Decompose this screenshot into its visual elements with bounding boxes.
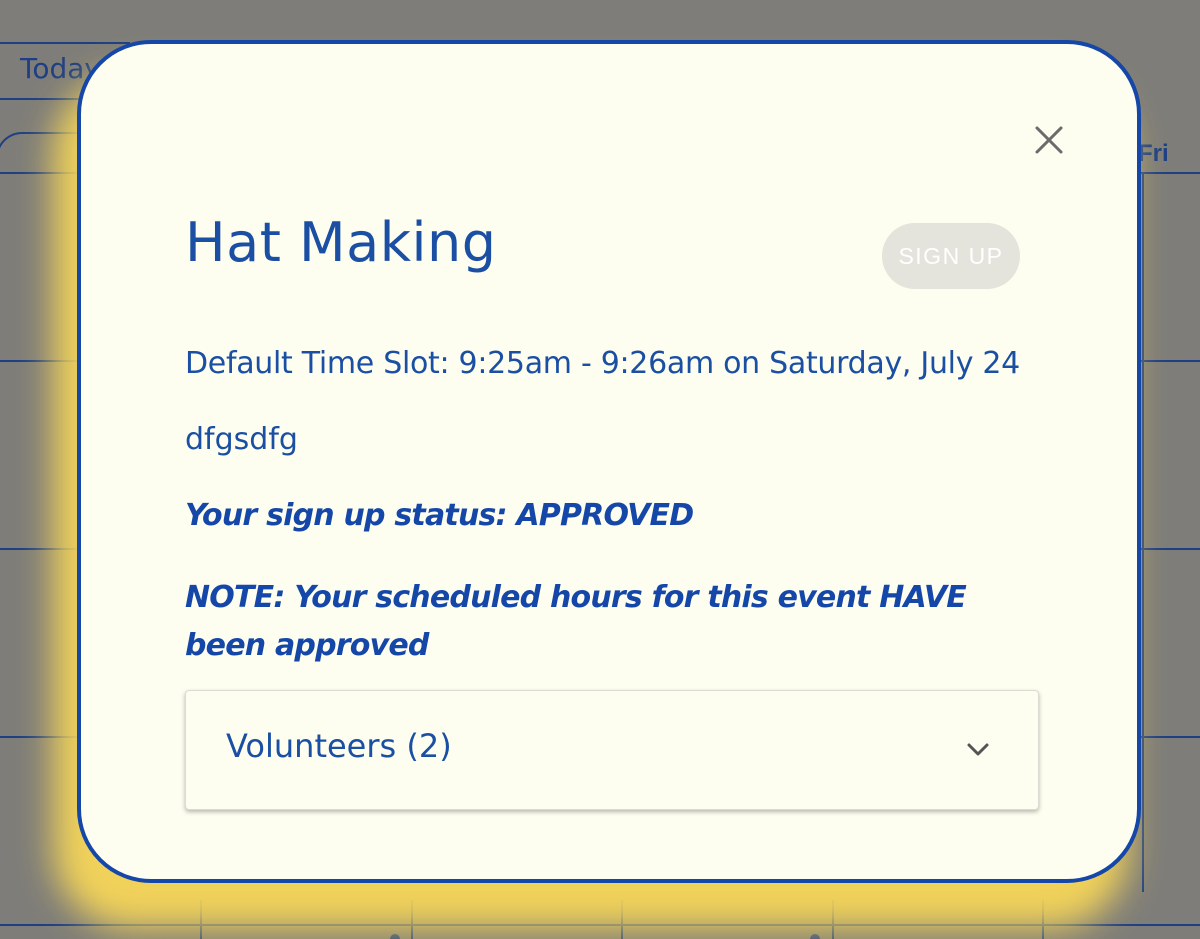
- event-dot: [810, 934, 820, 939]
- default-time-slot: Default Time Slot: 9:25am - 9:26am on Sa…: [185, 346, 1020, 381]
- event-description: dfgsdfg: [185, 422, 298, 457]
- sign-up-status: Your sign up status: APPROVED: [185, 498, 694, 533]
- sign-up-button[interactable]: SIGN UP: [882, 223, 1020, 289]
- calendar-gridline: [1142, 172, 1144, 892]
- event-dot: [390, 934, 400, 939]
- calendar-gridline: [621, 900, 623, 939]
- calendar-gridline: [832, 900, 834, 939]
- approval-note: NOTE: Your scheduled hours for this even…: [185, 580, 967, 663]
- volunteers-accordion[interactable]: Volunteers (2): [185, 690, 1039, 810]
- calendar-gridline: [411, 900, 413, 939]
- calendar-gridline: [200, 900, 202, 939]
- close-button[interactable]: [1031, 122, 1067, 158]
- volunteers-label: Volunteers (2): [226, 727, 452, 765]
- day-header-fri: Fri: [1138, 140, 1169, 167]
- page: Today Fri Hat Making SIGN UP Default Tim…: [0, 0, 1200, 939]
- calendar-gridline: [0, 924, 1200, 926]
- chevron-down-icon: [967, 743, 989, 756]
- event-dialog: Hat Making SIGN UP Default Time Slot: 9:…: [77, 40, 1141, 883]
- close-icon: [1035, 126, 1063, 154]
- calendar-gridline: [1042, 900, 1044, 939]
- event-title: Hat Making: [185, 211, 497, 274]
